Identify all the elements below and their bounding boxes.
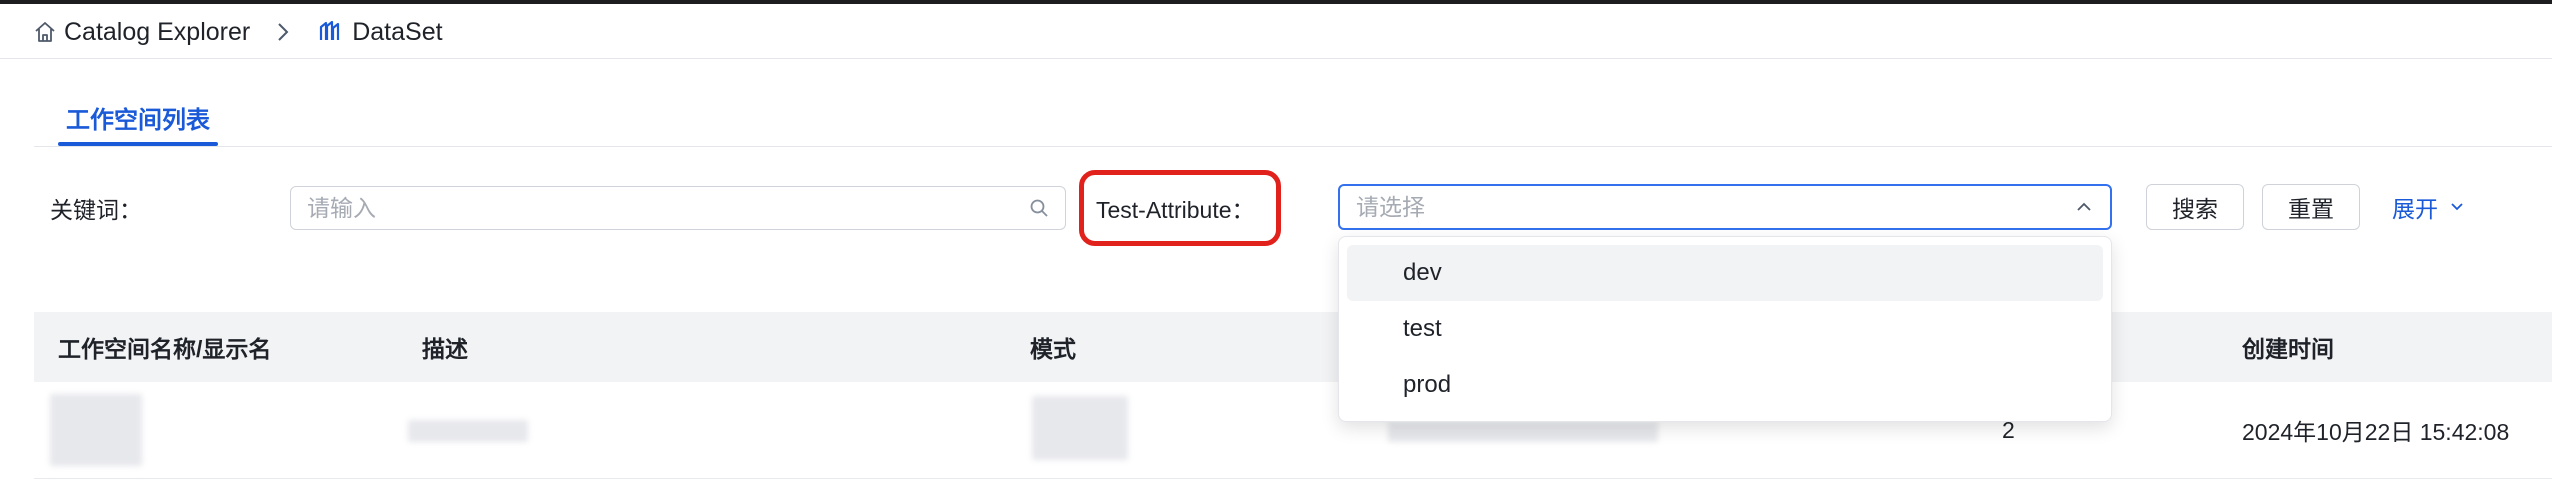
redacted-description bbox=[408, 420, 528, 442]
home-icon bbox=[34, 21, 56, 43]
redacted-column-4 bbox=[1388, 422, 1658, 442]
breadcrumb-home-label: Catalog Explorer bbox=[64, 17, 251, 46]
row-divider bbox=[34, 478, 2552, 479]
redacted-name bbox=[50, 394, 142, 466]
window-top-border bbox=[0, 0, 2552, 4]
expand-toggle[interactable]: 展开 bbox=[2392, 184, 2466, 230]
row-created-time: 2024年10月22日 15:42:08 bbox=[2242, 419, 2510, 445]
column-header-description: 描述 bbox=[422, 336, 468, 362]
attribute-dropdown: dev test prod bbox=[1338, 236, 2112, 422]
breadcrumb: Catalog Explorer DataSet bbox=[34, 10, 443, 54]
breadcrumb-home[interactable]: Catalog Explorer bbox=[34, 18, 250, 47]
search-icon[interactable] bbox=[1029, 198, 1049, 218]
redacted-mode bbox=[1032, 396, 1128, 460]
attribute-select[interactable] bbox=[1338, 184, 2112, 230]
chevron-up-icon bbox=[2074, 197, 2094, 217]
tab-label: 工作空间列表 bbox=[66, 107, 210, 134]
dropdown-option-test[interactable]: test bbox=[1347, 301, 2103, 357]
keyword-input[interactable] bbox=[307, 194, 1029, 222]
keyword-field[interactable] bbox=[290, 186, 1066, 230]
dataset-icon bbox=[318, 20, 342, 44]
chevron-right-icon bbox=[276, 21, 290, 43]
breadcrumb-current: DataSet bbox=[318, 17, 443, 47]
tab-workspace-list[interactable]: 工作空间列表 bbox=[56, 100, 220, 146]
attribute-select-input[interactable] bbox=[1356, 193, 2074, 221]
tab-divider bbox=[34, 146, 2552, 147]
column-header-name: 工作空间名称/显示名 bbox=[58, 336, 272, 362]
header-divider bbox=[0, 58, 2552, 59]
expand-label: 展开 bbox=[2392, 196, 2438, 222]
attribute-label: Test-Attribute： bbox=[1096, 197, 1255, 223]
column-header-mode: 模式 bbox=[1030, 336, 1076, 362]
breadcrumb-current-label: DataSet bbox=[352, 17, 443, 46]
dropdown-option-prod[interactable]: prod bbox=[1347, 357, 2103, 413]
table-header bbox=[34, 312, 2552, 382]
keyword-label: 关键词： bbox=[50, 197, 142, 223]
search-button[interactable]: 搜索 bbox=[2146, 184, 2244, 230]
reset-button[interactable]: 重置 bbox=[2262, 184, 2360, 230]
column-header-created-time: 创建时间 bbox=[2242, 336, 2334, 362]
chevron-down-icon bbox=[2448, 194, 2466, 221]
dropdown-option-dev[interactable]: dev bbox=[1347, 245, 2103, 301]
